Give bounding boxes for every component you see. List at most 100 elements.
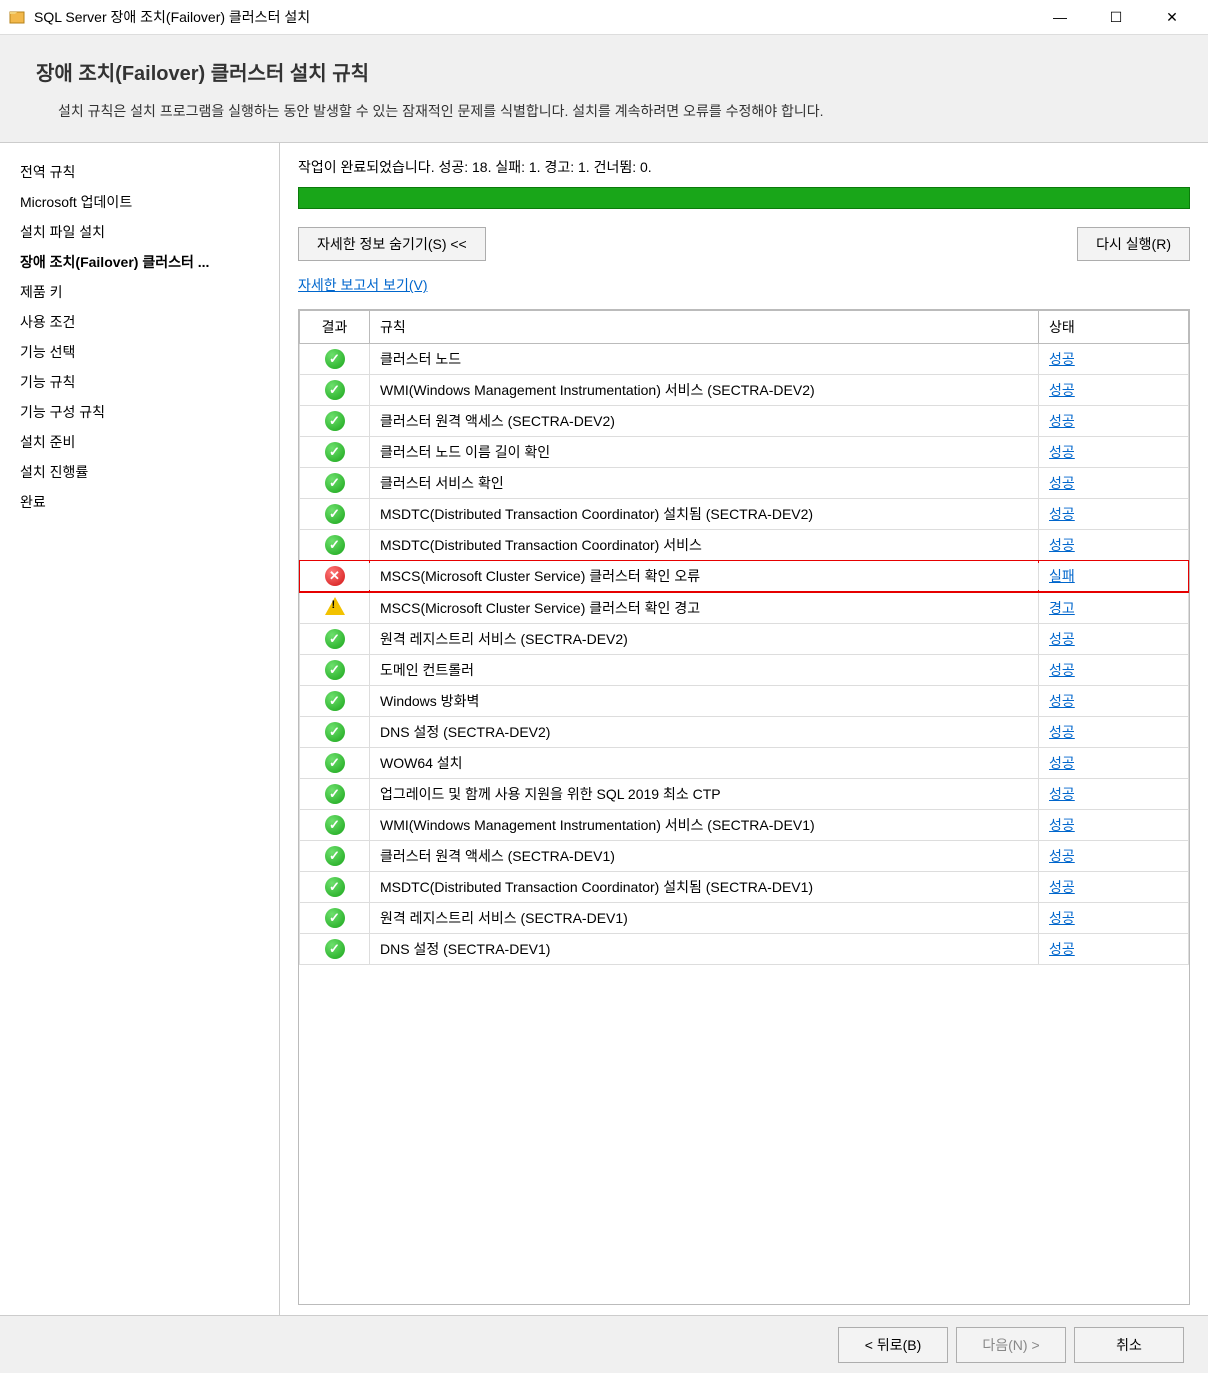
status-cell: 성공 <box>1039 686 1189 717</box>
status-cell: 경고 <box>1039 592 1189 624</box>
status-link[interactable]: 성공 <box>1049 662 1075 678</box>
status-link[interactable]: 실패 <box>1049 568 1075 584</box>
table-row: 클러스터 원격 액세스 (SECTRA-DEV1)성공 <box>300 841 1189 872</box>
status-link[interactable]: 성공 <box>1049 506 1075 522</box>
table-row: WMI(Windows Management Instrumentation) … <box>300 375 1189 406</box>
main-panel: 작업이 완료되었습니다. 성공: 18. 실패: 1. 경고: 1. 건너뜀: … <box>280 143 1208 1315</box>
title-bar: SQL Server 장애 조치(Failover) 클러스터 설치 — ☐ ✕ <box>0 0 1208 35</box>
back-button[interactable]: < 뒤로(B) <box>838 1327 948 1363</box>
result-cell <box>300 592 370 624</box>
result-cell <box>300 779 370 810</box>
rule-cell: 클러스터 노드 <box>370 344 1039 375</box>
minimize-button[interactable]: — <box>1032 0 1088 35</box>
sidebar-item[interactable]: Microsoft 업데이트 <box>0 187 279 217</box>
status-link[interactable]: 성공 <box>1049 879 1075 895</box>
rules-table: 결과 규칙 상태 클러스터 노드성공WMI(Windows Management… <box>299 310 1189 965</box>
result-cell <box>300 903 370 934</box>
page-header: 장애 조치(Failover) 클러스터 설치 규칙 설치 규칙은 설치 프로그… <box>0 35 1208 143</box>
success-icon <box>325 535 345 555</box>
result-cell <box>300 655 370 686</box>
rule-cell: MSCS(Microsoft Cluster Service) 클러스터 확인 … <box>370 561 1039 592</box>
result-cell <box>300 499 370 530</box>
rule-cell: 원격 레지스트리 서비스 (SECTRA-DEV1) <box>370 903 1039 934</box>
status-link[interactable]: 성공 <box>1049 475 1075 491</box>
result-cell <box>300 375 370 406</box>
window-controls: — ☐ ✕ <box>1032 0 1200 35</box>
view-report-link[interactable]: 자세한 보고서 보기(V) <box>298 275 1190 295</box>
status-link[interactable]: 성공 <box>1049 941 1075 957</box>
status-cell: 성공 <box>1039 624 1189 655</box>
status-link[interactable]: 성공 <box>1049 848 1075 864</box>
status-link[interactable]: 경고 <box>1049 600 1075 616</box>
rule-cell: WOW64 설치 <box>370 748 1039 779</box>
sidebar-item[interactable]: 설치 준비 <box>0 427 279 457</box>
sidebar-item[interactable]: 완료 <box>0 487 279 517</box>
sidebar-item[interactable]: 기능 규칙 <box>0 367 279 397</box>
sidebar-item[interactable]: 장애 조치(Failover) 클러스터 ... <box>0 247 279 277</box>
column-header-rule[interactable]: 규칙 <box>370 311 1039 344</box>
status-link[interactable]: 성공 <box>1049 755 1075 771</box>
status-link[interactable]: 성공 <box>1049 351 1075 367</box>
rule-cell: MSDTC(Distributed Transaction Coordinato… <box>370 530 1039 561</box>
sidebar-item[interactable]: 사용 조건 <box>0 307 279 337</box>
status-cell: 성공 <box>1039 841 1189 872</box>
result-cell <box>300 437 370 468</box>
close-button[interactable]: ✕ <box>1144 0 1200 35</box>
status-link[interactable]: 성공 <box>1049 382 1075 398</box>
column-header-status[interactable]: 상태 <box>1039 311 1189 344</box>
sidebar-item[interactable]: 설치 파일 설치 <box>0 217 279 247</box>
success-icon <box>325 908 345 928</box>
result-cell <box>300 624 370 655</box>
rule-cell: WMI(Windows Management Instrumentation) … <box>370 375 1039 406</box>
status-cell: 성공 <box>1039 468 1189 499</box>
sidebar-item[interactable]: 설치 진행률 <box>0 457 279 487</box>
status-cell: 성공 <box>1039 375 1189 406</box>
rules-table-container: 결과 규칙 상태 클러스터 노드성공WMI(Windows Management… <box>298 309 1190 1305</box>
status-link[interactable]: 성공 <box>1049 444 1075 460</box>
result-cell <box>300 468 370 499</box>
sidebar-item[interactable]: 제품 키 <box>0 277 279 307</box>
success-icon <box>325 753 345 773</box>
rerun-button[interactable]: 다시 실행(R) <box>1077 227 1190 261</box>
status-link[interactable]: 성공 <box>1049 786 1075 802</box>
table-row: MSCS(Microsoft Cluster Service) 클러스터 확인 … <box>300 561 1189 592</box>
sidebar-item[interactable]: 기능 구성 규칙 <box>0 397 279 427</box>
cancel-button[interactable]: 취소 <box>1074 1327 1184 1363</box>
status-link[interactable]: 성공 <box>1049 413 1075 429</box>
rule-cell: MSDTC(Distributed Transaction Coordinato… <box>370 872 1039 903</box>
status-link[interactable]: 성공 <box>1049 724 1075 740</box>
page-description: 설치 규칙은 설치 프로그램을 실행하는 동안 발생할 수 있는 잠재적인 문제… <box>36 100 1172 122</box>
success-icon <box>325 380 345 400</box>
table-row: 클러스터 서비스 확인 성공 <box>300 468 1189 499</box>
rule-cell: Windows 방화벽 <box>370 686 1039 717</box>
rule-cell: 클러스터 노드 이름 길이 확인 <box>370 437 1039 468</box>
result-cell <box>300 530 370 561</box>
sidebar-item[interactable]: 기능 선택 <box>0 337 279 367</box>
table-row: MSDTC(Distributed Transaction Coordinato… <box>300 499 1189 530</box>
rule-cell: 클러스터 서비스 확인 <box>370 468 1039 499</box>
status-link[interactable]: 성공 <box>1049 631 1075 647</box>
success-icon <box>325 784 345 804</box>
table-row: WOW64 설치 성공 <box>300 748 1189 779</box>
status-cell: 성공 <box>1039 748 1189 779</box>
success-icon <box>325 629 345 649</box>
rule-cell: 업그레이드 및 함께 사용 지원을 위한 SQL 2019 최소 CTP <box>370 779 1039 810</box>
status-cell: 성공 <box>1039 934 1189 965</box>
success-icon <box>325 846 345 866</box>
maximize-button[interactable]: ☐ <box>1088 0 1144 35</box>
table-row: 원격 레지스트리 서비스 (SECTRA-DEV1) 성공 <box>300 903 1189 934</box>
status-link[interactable]: 성공 <box>1049 537 1075 553</box>
table-row: MSCS(Microsoft Cluster Service) 클러스터 확인 … <box>300 592 1189 624</box>
hide-details-button[interactable]: 자세한 정보 숨기기(S) << <box>298 227 486 261</box>
next-button[interactable]: 다음(N) > <box>956 1327 1066 1363</box>
status-link[interactable]: 성공 <box>1049 817 1075 833</box>
status-link[interactable]: 성공 <box>1049 910 1075 926</box>
rule-cell: 도메인 컨트롤러 <box>370 655 1039 686</box>
column-header-result[interactable]: 결과 <box>300 311 370 344</box>
progress-bar <box>298 187 1190 209</box>
table-row: Windows 방화벽 성공 <box>300 686 1189 717</box>
table-row: MSDTC(Distributed Transaction Coordinato… <box>300 530 1189 561</box>
success-icon <box>325 411 345 431</box>
sidebar-item[interactable]: 전역 규칙 <box>0 157 279 187</box>
status-link[interactable]: 성공 <box>1049 693 1075 709</box>
